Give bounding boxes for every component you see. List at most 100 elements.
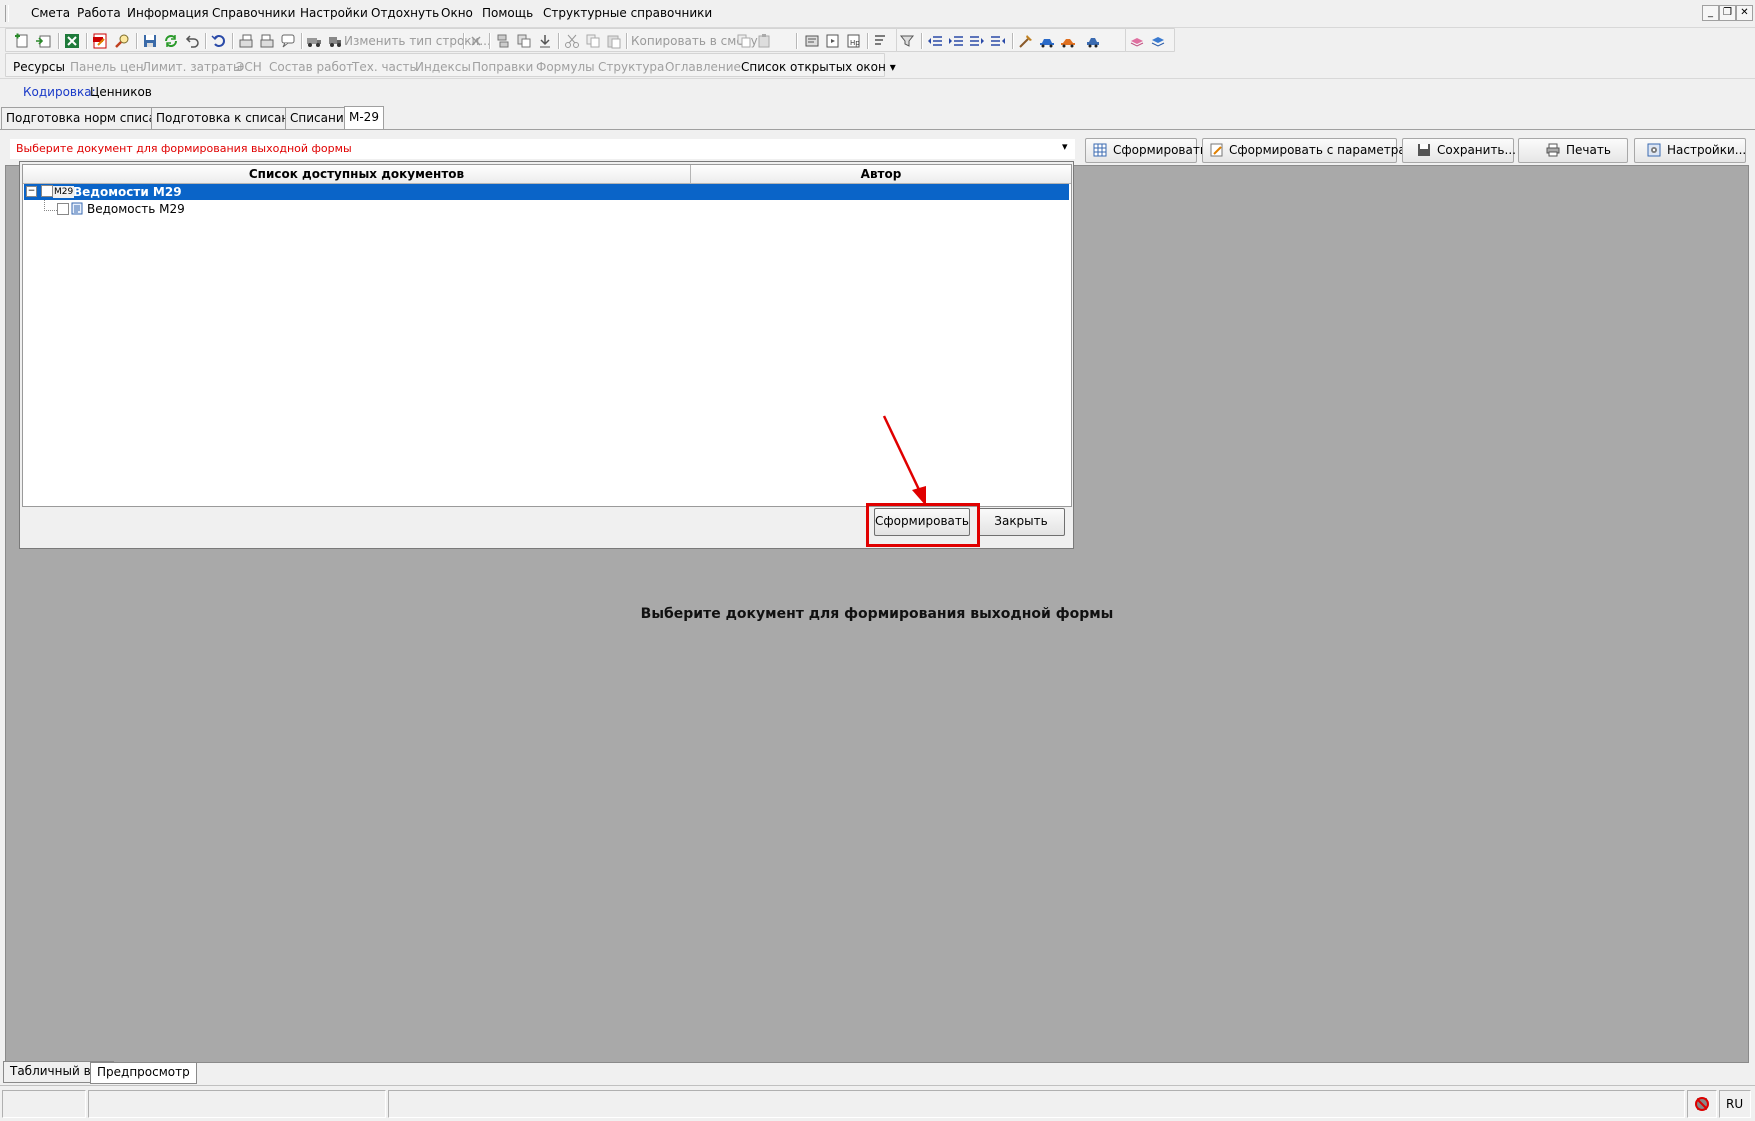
panels-toolbar: Ресурсы Панель цен Лимит. затраты ЭСН Со…	[0, 52, 1755, 78]
search-icon[interactable]	[114, 33, 130, 49]
paste-doc-icon[interactable]	[757, 33, 773, 49]
insert-row-icon[interactable]	[36, 33, 52, 49]
panel-formulas[interactable]: Формулы	[536, 60, 595, 74]
filter-icon[interactable]	[899, 33, 915, 49]
delete-icon[interactable]	[468, 33, 484, 49]
cut-icon[interactable]	[564, 33, 580, 49]
excel-icon[interactable]	[64, 33, 80, 49]
panel-esn[interactable]: ЭСН	[236, 60, 262, 74]
tools-icon[interactable]	[1018, 33, 1034, 49]
book-pink-icon[interactable]	[1129, 33, 1145, 49]
generate-with-params-button[interactable]: Сформировать с параметрами...	[1202, 138, 1434, 163]
indent-up-icon[interactable]	[927, 33, 943, 49]
edit-doc-icon	[1210, 143, 1223, 157]
truck-icon[interactable]	[306, 33, 322, 49]
panel-structure[interactable]: Структура	[598, 60, 664, 74]
add-row-icon[interactable]	[14, 33, 30, 49]
gear-icon	[1647, 143, 1661, 157]
workspace-message: Выберите документ для формирования выход…	[640, 606, 1114, 622]
panel-corrections[interactable]: Поправки	[472, 60, 533, 74]
tab-preview[interactable]: Предпросмотр	[90, 1062, 197, 1084]
separator	[301, 33, 303, 49]
panel-work-composition[interactable]: Состав работ	[269, 60, 353, 74]
collapse-icon[interactable]: −	[26, 186, 37, 197]
tree-item-label[interactable]: Ведомости М29	[73, 185, 182, 199]
codification-value[interactable]: Ценников	[90, 85, 152, 99]
pdf-icon[interactable]	[92, 33, 108, 49]
menu-spravochniki[interactable]: Справочники	[212, 6, 295, 20]
vehicle-icon[interactable]	[1085, 33, 1101, 49]
paste-icon[interactable]	[606, 33, 622, 49]
menu-smeta[interactable]: Смета	[31, 6, 70, 20]
indent-icon[interactable]	[948, 33, 964, 49]
menu-help[interactable]: Помощь	[482, 6, 533, 20]
generate-button[interactable]: Сформировать	[1085, 138, 1207, 163]
tree-checkbox[interactable]	[41, 185, 53, 197]
settings-button[interactable]: Настройки...	[1634, 138, 1746, 163]
open-windows-dropdown[interactable]: Список открытых окон ▾	[741, 60, 896, 74]
restore-button[interactable]: ❐	[1719, 5, 1736, 21]
print-label: Печать	[1566, 143, 1611, 157]
menu-relax[interactable]: Отдохнуть	[371, 6, 439, 20]
status-cell	[2, 1090, 86, 1118]
save-icon[interactable]	[142, 33, 158, 49]
language-indicator[interactable]: RU	[1726, 1097, 1743, 1111]
tree-checkbox[interactable]	[57, 203, 69, 215]
recalc-icon[interactable]	[211, 33, 227, 49]
machine-icon[interactable]	[327, 33, 343, 49]
menu-structural[interactable]: Структурные справочники	[543, 6, 712, 20]
close-window-button[interactable]: ✕	[1736, 5, 1753, 21]
separator	[205, 33, 207, 49]
settings-label: Настройки...	[1667, 143, 1747, 157]
print-preview-icon[interactable]	[804, 33, 820, 49]
menu-info[interactable]: Информация	[127, 6, 209, 20]
comment-icon[interactable]	[280, 33, 296, 49]
panel-tech-part[interactable]: Тех. часть	[352, 60, 417, 74]
refresh-icon[interactable]	[163, 33, 179, 49]
save-button[interactable]: Сохранить...	[1402, 138, 1516, 163]
menu-rabota[interactable]: Работа	[77, 6, 121, 20]
copy-rows-icon[interactable]	[516, 33, 532, 49]
tree-connector	[44, 200, 57, 211]
dialog-close-button[interactable]: Закрыть	[977, 508, 1065, 536]
panel-prices[interactable]: Панель цен	[70, 60, 144, 74]
print-button[interactable]: Печать	[1518, 138, 1628, 163]
copy-doc-icon[interactable]	[736, 33, 752, 49]
car-blue-icon[interactable]	[1039, 33, 1055, 49]
tree-item-label[interactable]: Ведомость М29	[87, 202, 185, 216]
panel-contents[interactable]: Оглавление	[665, 60, 741, 74]
view-tabs: Табличный вид Предпросмотр	[0, 1060, 1755, 1084]
outdent-down-icon[interactable]	[990, 33, 1006, 49]
column-header-documents[interactable]: Список доступных документов	[23, 165, 691, 184]
document-icon	[71, 202, 83, 215]
level-up-icon[interactable]	[238, 33, 254, 49]
move-icon[interactable]	[495, 33, 511, 49]
sort-icon[interactable]	[872, 33, 888, 49]
separator	[867, 33, 869, 49]
undo-icon[interactable]	[184, 33, 200, 49]
outdent-icon[interactable]	[969, 33, 985, 49]
menu-grip	[5, 5, 9, 22]
panel-resources[interactable]: Ресурсы	[13, 60, 65, 74]
generate-label: Сформировать	[1113, 143, 1207, 157]
no-connection-icon[interactable]	[1694, 1096, 1710, 1112]
level-down-icon[interactable]	[259, 33, 275, 49]
panel-limited-costs[interactable]: Лимит. затраты	[142, 60, 242, 74]
svg-text:Hp: Hp	[850, 39, 860, 47]
play-doc-icon[interactable]	[825, 33, 841, 49]
menu-settings[interactable]: Настройки	[300, 6, 368, 20]
panel-indexes[interactable]: Индексы	[415, 60, 471, 74]
move-down-icon[interactable]	[537, 33, 553, 49]
dropdown-arrow-icon[interactable]: ▾	[1062, 140, 1068, 153]
document-select[interactable]: Выберите документ для формирования выход…	[10, 139, 1075, 159]
copy-icon[interactable]	[585, 33, 601, 49]
tab-m29[interactable]: М-29	[344, 106, 384, 129]
hp-doc-icon[interactable]: Hp	[846, 33, 862, 49]
column-header-author[interactable]: Автор	[691, 165, 1071, 184]
minimize-button[interactable]: _	[1702, 5, 1719, 21]
menu-bar: Смета Работа Информация Справочники Наст…	[0, 0, 1755, 28]
menu-window[interactable]: Окно	[441, 6, 473, 20]
book-blue-icon[interactable]	[1150, 33, 1166, 49]
car-orange-icon[interactable]	[1060, 33, 1076, 49]
toolbar-group-right	[896, 28, 1126, 52]
